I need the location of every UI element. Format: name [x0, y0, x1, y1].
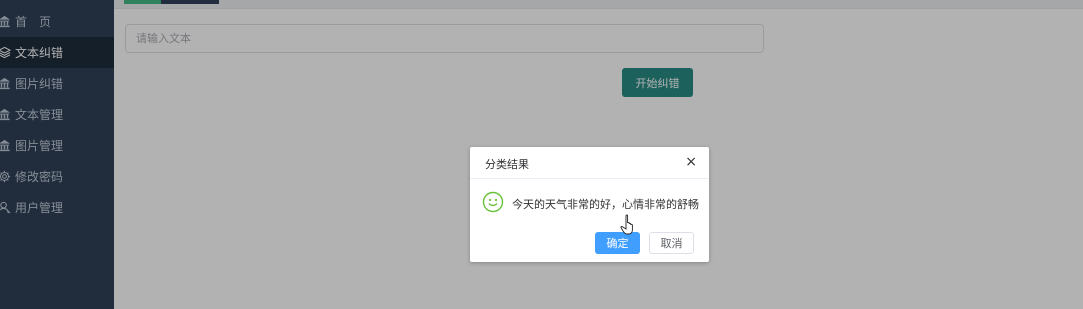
- smile-icon: [482, 191, 504, 213]
- cancel-button[interactable]: 取消: [649, 232, 694, 254]
- mouse-pointer-icon: [620, 214, 640, 236]
- dialog-title: 分类结果: [485, 158, 529, 171]
- dialog-message: 今天的天气非常的好，心情非常的舒畅: [512, 198, 699, 211]
- dialog-divider: [470, 178, 709, 179]
- result-dialog: 分类结果 × 今天的天气非常的好，心情非常的舒畅 确定 取消: [470, 147, 709, 262]
- close-icon[interactable]: ×: [685, 155, 697, 169]
